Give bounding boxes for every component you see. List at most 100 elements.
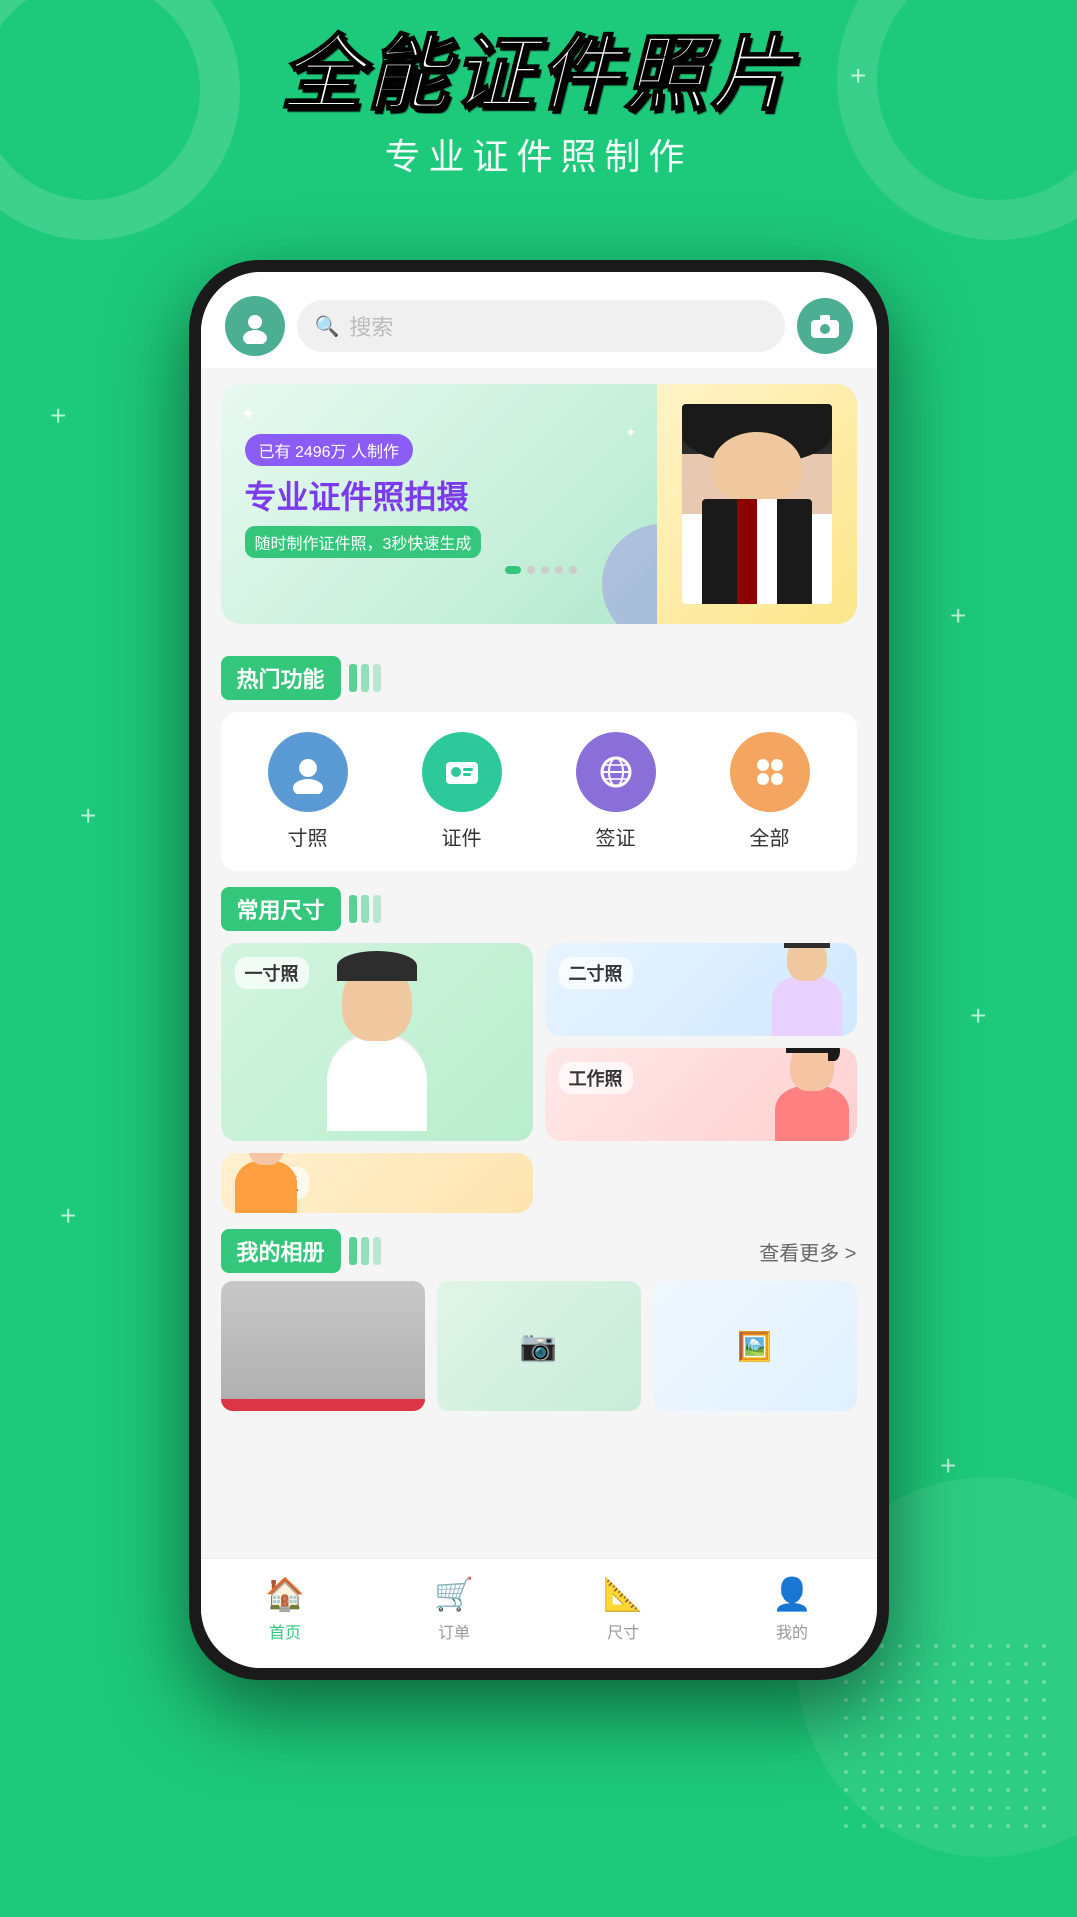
- thumb-1-content: [221, 1281, 425, 1399]
- visa-icon: [594, 750, 638, 794]
- avatar-button[interactable]: [225, 296, 285, 356]
- tab-home-icon: 🏠: [265, 1575, 305, 1613]
- func-icon-id: [422, 732, 502, 812]
- album-deco-bar-2: [361, 1237, 369, 1265]
- banner-dot-5: [569, 566, 577, 574]
- func-item-id[interactable]: 证件: [422, 732, 502, 851]
- album-thumb-3[interactable]: 🖼️: [653, 1281, 857, 1411]
- banner-badge: 已有 2496万 人制作: [245, 434, 414, 466]
- tab-order-label: 订单: [438, 1619, 470, 1643]
- common-sizes-tag: 常用尺寸: [221, 887, 341, 931]
- phone-container: 🔍 搜索 已有 2496万 人制作 专业: [189, 260, 889, 1680]
- custom-person: [231, 1153, 301, 1213]
- portrait-icon: [286, 750, 330, 794]
- tab-mine-label: 我的: [776, 1619, 808, 1643]
- camera-icon: [809, 312, 841, 340]
- plus-decoration-4: +: [80, 800, 96, 832]
- album-thumb-2[interactable]: 📷: [437, 1281, 641, 1411]
- header-area: 全能证件照片 专业证件照制作: [0, 30, 1077, 180]
- func-icon-portrait: [268, 732, 348, 812]
- tab-home-label: 首页: [269, 1619, 301, 1643]
- deco-bar-2: [361, 664, 369, 692]
- main-title: 全能证件照片: [0, 30, 1077, 120]
- phone-screen: 🔍 搜索 已有 2496万 人制作 专业: [201, 272, 877, 1668]
- plus-decoration-2: +: [50, 400, 66, 432]
- plus-decoration-6: +: [60, 1200, 76, 1232]
- album-section-label: 我的相册: [221, 1229, 381, 1273]
- deco-bar-1: [349, 664, 357, 692]
- banner-title: 专业证件照拍摄: [245, 478, 837, 516]
- banner-dot-2: [527, 566, 535, 574]
- all-icon: [748, 750, 792, 794]
- func-label-portrait: 寸照: [288, 822, 328, 851]
- two-inch-person: [767, 943, 847, 1036]
- banner-dots: [245, 566, 837, 574]
- person-head: [342, 961, 412, 1041]
- banner-subtitle: 随时制作证件照，3秒快速生成: [245, 526, 482, 558]
- size-deco-bar-2: [361, 895, 369, 923]
- thumb-2-icon: 📷: [520, 1329, 557, 1364]
- album-header: 我的相册 查看更多 >: [221, 1229, 857, 1273]
- tab-item-size[interactable]: 📐 尺寸: [603, 1575, 643, 1643]
- size-card-work-photo-label: 工作照: [559, 1062, 633, 1094]
- red-bar: [221, 1399, 425, 1411]
- common-sizes-deco: [349, 895, 381, 923]
- tab-size-label: 尺寸: [607, 1619, 639, 1643]
- album-deco-bar-3: [373, 1237, 381, 1265]
- tab-item-order[interactable]: 🛒 订单: [434, 1575, 474, 1643]
- func-label-id: 证件: [442, 822, 482, 851]
- func-item-portrait[interactable]: 寸照: [268, 732, 348, 851]
- banner-area[interactable]: 已有 2496万 人制作 专业证件照拍摄 随时制作证件照，3秒快速生成: [221, 384, 857, 624]
- top-bar: 🔍 搜索: [201, 272, 877, 368]
- album-thumbnails: 📷 🖼️: [221, 1281, 857, 1411]
- func-item-all[interactable]: 全部: [730, 732, 810, 851]
- work-photo-person: [767, 1048, 857, 1141]
- deco-bar-3: [373, 664, 381, 692]
- album-thumb-1[interactable]: [221, 1281, 425, 1411]
- banner-dot-3: [541, 566, 549, 574]
- func-icon-all: [730, 732, 810, 812]
- plus-decoration-7: +: [940, 1450, 956, 1482]
- phone-inner: 🔍 搜索 已有 2496万 人制作 专业: [201, 272, 877, 1668]
- phone-outer: 🔍 搜索 已有 2496万 人制作 专业: [189, 260, 889, 1680]
- tab-bar: 🏠 首页 🛒 订单 📐 尺寸 👤 我的: [201, 1558, 877, 1668]
- plus-decoration-5: +: [970, 1000, 986, 1032]
- thumb-3-icon: 🖼️: [737, 1330, 772, 1363]
- hot-functions-label: 热门功能: [221, 656, 857, 700]
- size-deco-bar-1: [349, 895, 357, 923]
- album-tag: 我的相册: [221, 1229, 341, 1273]
- camera-button[interactable]: [797, 298, 853, 354]
- func-item-visa[interactable]: 签证: [576, 732, 656, 851]
- plus-decoration-3: +: [950, 600, 966, 632]
- func-icon-visa: [576, 732, 656, 812]
- banner-dot-1: [505, 566, 521, 574]
- banner-left: 已有 2496万 人制作 专业证件照拍摄 随时制作证件照，3秒快速生成: [221, 414, 857, 594]
- func-label-all: 全部: [750, 822, 790, 851]
- id-icon: [440, 750, 484, 794]
- hot-functions-tag: 热门功能: [221, 656, 341, 700]
- search-bar[interactable]: 🔍 搜索: [297, 300, 785, 352]
- sub-title: 专业证件照制作: [0, 128, 1077, 180]
- size-grid: 一寸照 二寸照: [221, 943, 857, 1213]
- tab-mine-icon: 👤: [772, 1575, 812, 1613]
- common-sizes-label: 常用尺寸: [221, 887, 857, 931]
- size-card-two-inch-label: 二寸照: [559, 957, 633, 989]
- functions-grid: 寸照 证件: [221, 712, 857, 871]
- size-card-one-inch[interactable]: 一寸照: [221, 943, 533, 1141]
- size-deco-bar-3: [373, 895, 381, 923]
- thumb-2-content: 📷: [520, 1329, 557, 1364]
- size-card-work-photo[interactable]: 工作照: [545, 1048, 857, 1141]
- tab-item-home[interactable]: 🏠 首页: [265, 1575, 305, 1643]
- tab-item-mine[interactable]: 👤 我的: [772, 1575, 812, 1643]
- banner-dot-4: [555, 566, 563, 574]
- func-label-visa: 签证: [596, 822, 636, 851]
- search-icon: 🔍: [315, 314, 340, 339]
- one-inch-person: [297, 943, 457, 1141]
- search-placeholder: 搜索: [349, 310, 393, 342]
- size-card-custom[interactable]: 自定义: [221, 1153, 533, 1213]
- album-deco-bar-1: [349, 1237, 357, 1265]
- album-more-link[interactable]: 查看更多 >: [759, 1237, 856, 1266]
- size-card-two-inch[interactable]: 二寸照: [545, 943, 857, 1036]
- hot-functions-deco: [349, 664, 381, 692]
- tab-size-icon: 📐: [603, 1575, 643, 1613]
